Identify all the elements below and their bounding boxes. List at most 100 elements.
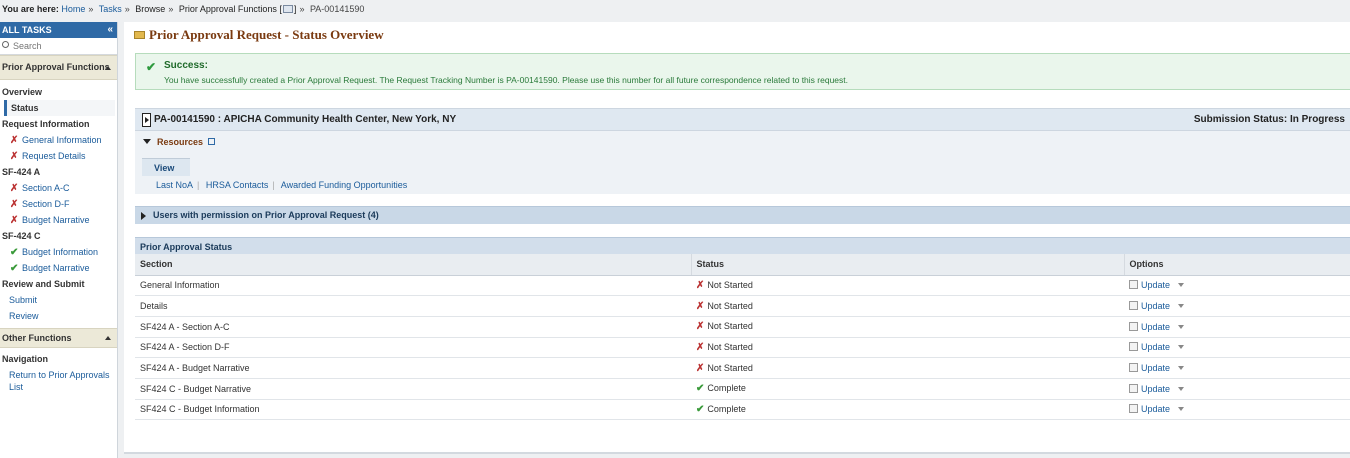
- edit-icon: [1129, 363, 1138, 373]
- edit-icon: [1129, 383, 1138, 393]
- sidebar-section-sf424a: SF-424 A: [2, 167, 41, 177]
- table-row: SF424 A - Budget Narrative ✗ Not Started Up…: [135, 357, 1350, 379]
- chevron-down-icon[interactable]: [1178, 345, 1185, 350]
- chevron-down-icon[interactable]: [1178, 283, 1185, 288]
- breadcrumb-tasks[interactable]: Tasks: [99, 4, 122, 14]
- sidebar-item-review[interactable]: Review: [0, 308, 117, 324]
- not-started-icon: ✗: [696, 341, 705, 353]
- chevron-down-icon[interactable]: [1178, 407, 1185, 412]
- complete-check-icon: ✔: [10, 247, 19, 258]
- breadcrumb-home[interactable]: Home: [61, 4, 85, 14]
- success-check-icon: ✔: [146, 60, 157, 74]
- sidebar-item-budget-narrative-c[interactable]: ✔ Budget Narrative: [0, 260, 117, 276]
- row-options: Update: [1124, 378, 1350, 400]
- external-link-icon[interactable]: [208, 138, 216, 145]
- caret-right-icon: [141, 212, 146, 220]
- chevron-down-icon[interactable]: [1178, 366, 1185, 371]
- prior-approval-status-panel: Prior Approval Status Section Status Opt…: [135, 237, 1350, 421]
- main-content: Prior Approval Request - Status Overview…: [124, 22, 1350, 452]
- collapse-sidebar-icon[interactable]: «: [107, 24, 113, 35]
- sidebar-item-general-information[interactable]: ✗ General Information: [0, 132, 117, 148]
- edit-icon: [1129, 280, 1138, 290]
- sidebar-search: [0, 38, 117, 55]
- chevron-down-icon[interactable]: [1178, 304, 1185, 309]
- sidebar-overview-heading: Overview: [2, 87, 43, 97]
- table-row: SF424 C - Budget Narrative ✔ Complete Updat…: [135, 378, 1350, 400]
- not-started-icon: ✗: [696, 279, 705, 291]
- sidebar-item-submit[interactable]: Submit: [0, 292, 117, 308]
- update-link[interactable]: Update: [1141, 363, 1170, 373]
- sidebar-group-prior-approval[interactable]: Prior Approval Functions: [0, 55, 117, 80]
- row-options: Update: [1124, 295, 1350, 317]
- request-title: PA-00141590 : APICHA Community Health Ce…: [154, 114, 457, 125]
- hrsa-contacts-link[interactable]: HRSA Contacts: [206, 180, 269, 190]
- row-options: Update: [1124, 399, 1350, 421]
- row-section: General Information: [135, 275, 691, 297]
- sidebar-item-section-a-c[interactable]: ✗ Section A-C: [0, 180, 117, 196]
- not-started-icon: ✗: [10, 215, 19, 226]
- table-row: General Information ✗ Not Started Update: [135, 275, 1350, 297]
- update-link[interactable]: Update: [1141, 404, 1170, 414]
- update-link[interactable]: Update: [1141, 280, 1170, 290]
- row-status: ✗ Not Started: [691, 316, 1124, 338]
- expand-toggle-icon[interactable]: [142, 113, 151, 127]
- row-options: Update: [1124, 337, 1350, 359]
- sidebar-item-section-d-f[interactable]: ✗ Section D-F: [0, 196, 117, 212]
- collapse-up-icon[interactable]: [105, 336, 111, 340]
- sidebar-item-budget-information-c[interactable]: ✔ Budget Information: [0, 244, 117, 260]
- edit-icon: [1129, 321, 1138, 331]
- row-section: SF424 A - Section A-C: [135, 316, 691, 338]
- success-banner: ✔ Success: You have successfully created…: [135, 53, 1350, 90]
- complete-check-icon: ✔: [696, 403, 705, 415]
- chevron-down-icon[interactable]: [1178, 386, 1185, 391]
- table-row: SF424 C - Budget Information ✔ Complete Upd…: [135, 399, 1350, 421]
- calendar-icon[interactable]: [282, 5, 293, 13]
- row-status: ✗ Not Started: [691, 337, 1124, 359]
- complete-check-icon: ✔: [696, 383, 705, 395]
- caret-down-icon: [143, 139, 151, 144]
- sidebar-item-request-details[interactable]: ✗ Request Details: [0, 148, 117, 164]
- sidebar-group-other-functions[interactable]: Other Functions: [0, 328, 117, 348]
- chevron-down-icon[interactable]: [1178, 324, 1185, 329]
- not-started-icon: ✗: [10, 135, 19, 146]
- folder-icon: [134, 31, 145, 39]
- sidebar-item-budget-narrative-a[interactable]: ✗ Budget Narrative: [0, 212, 117, 228]
- row-section: SF424 A - Section D-F: [135, 337, 691, 359]
- collapse-up-icon[interactable]: [105, 65, 111, 70]
- users-permission-panel[interactable]: Users with permission on Prior Approval …: [135, 206, 1350, 224]
- column-header-status: Status: [691, 254, 1125, 276]
- update-link[interactable]: Update: [1141, 301, 1170, 311]
- not-started-icon: ✗: [696, 300, 705, 312]
- row-status: ✗ Not Started: [691, 295, 1124, 317]
- edit-icon: [1129, 404, 1138, 414]
- not-started-icon: ✗: [696, 362, 705, 374]
- update-link[interactable]: Update: [1141, 384, 1170, 394]
- users-permission-label: Users with permission on Prior Approval …: [153, 210, 379, 220]
- search-input[interactable]: [13, 41, 103, 51]
- breadcrumb: You are here: Home» Tasks» Browse» Prior…: [0, 0, 1350, 18]
- row-section: Details: [135, 295, 691, 317]
- update-link[interactable]: Update: [1141, 322, 1170, 332]
- row-options: Update: [1124, 357, 1350, 379]
- update-link[interactable]: Update: [1141, 342, 1170, 352]
- sidebar-item-return-prior-approvals[interactable]: Return to Prior Approvals List: [0, 367, 117, 393]
- edit-icon: [1129, 301, 1138, 311]
- awarded-funding-link[interactable]: Awarded Funding Opportunities: [281, 180, 407, 190]
- edit-icon: [1129, 342, 1138, 352]
- resources-toggle[interactable]: Resources: [143, 137, 216, 147]
- column-header-section: Section: [135, 254, 692, 276]
- last-noa-link[interactable]: Last NoA: [156, 180, 193, 190]
- sidebar-item-status[interactable]: Status: [4, 100, 115, 116]
- tab-view[interactable]: View: [142, 158, 190, 176]
- breadcrumb-label: You are here:: [2, 4, 59, 14]
- not-started-icon: ✗: [10, 183, 19, 194]
- row-status: ✔ Complete: [691, 378, 1124, 400]
- search-icon: [2, 41, 9, 48]
- sidebar-section-review-submit: Review and Submit: [2, 279, 85, 289]
- not-started-icon: ✗: [696, 321, 705, 333]
- request-header: PA-00141590 : APICHA Community Health Ce…: [135, 109, 1350, 131]
- table-row: SF424 A - Section D-F ✗ Not Started Update: [135, 337, 1350, 359]
- table-row: Details ✗ Not Started Update: [135, 295, 1350, 317]
- row-section: SF424 C - Budget Information: [135, 399, 691, 421]
- sidebar-header: ALL TASKS «: [0, 22, 117, 38]
